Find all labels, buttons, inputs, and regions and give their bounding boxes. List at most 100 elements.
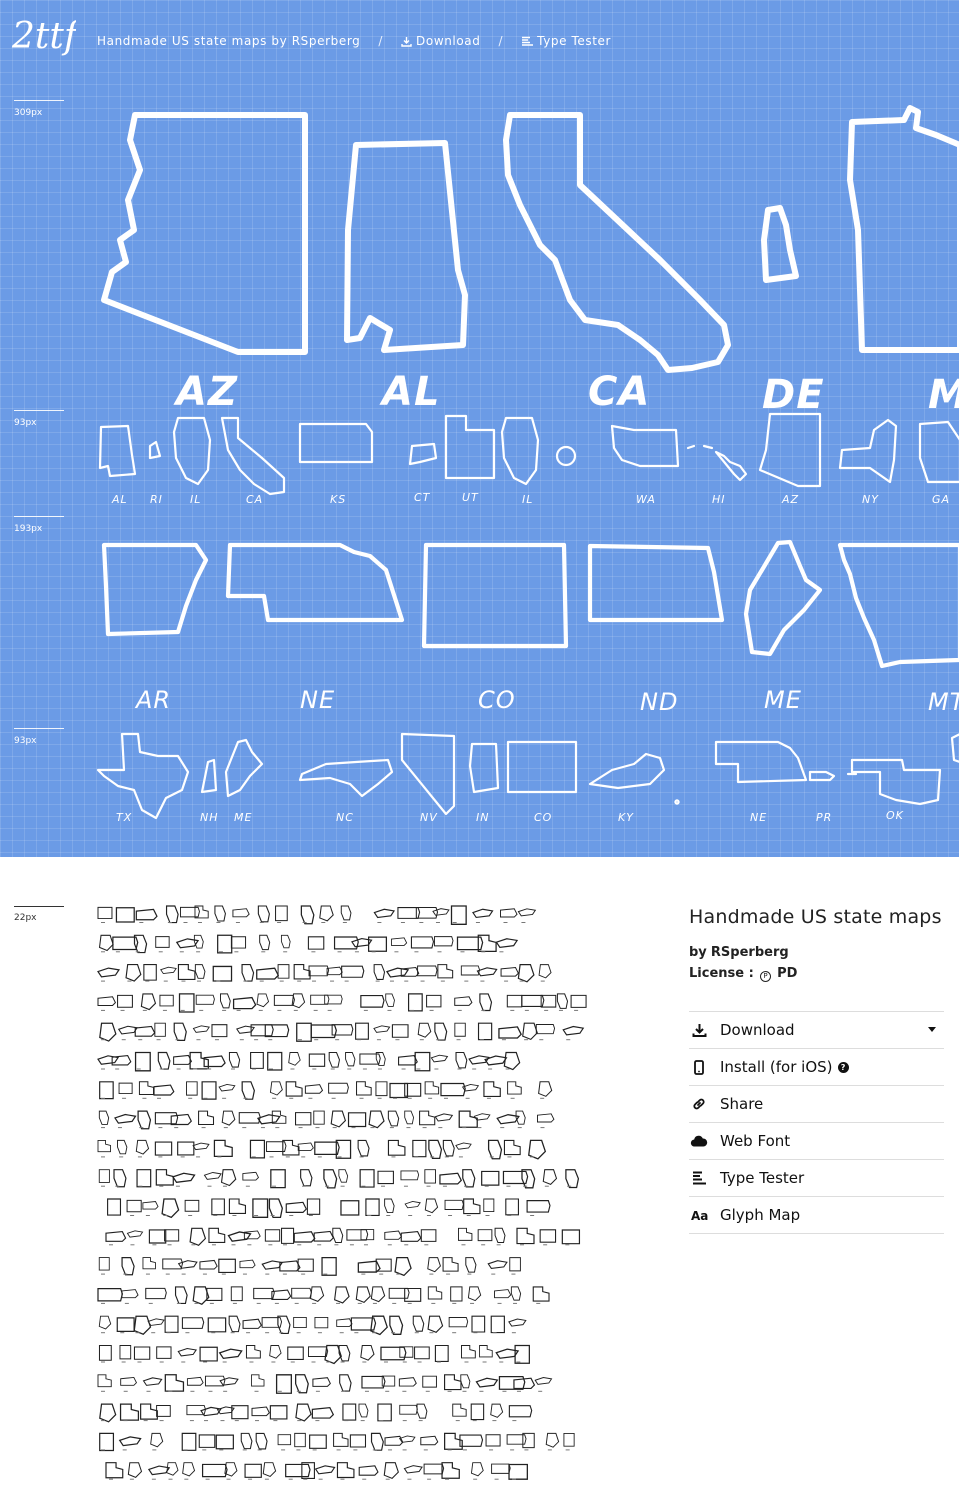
waterfall-glyph-label [101,1390,105,1392]
waterfall-glyph-label [311,951,316,953]
waterfall-glyph [450,1286,463,1302]
waterfall-glyph-label [489,1156,494,1158]
waterfall-glyph-label [362,1361,367,1363]
author-link[interactable]: RSperberg [711,945,789,960]
waterfall-glyph [142,1201,159,1210]
help-icon[interactable]: ? [837,1061,849,1073]
waterfall-glyph [310,1286,325,1302]
waterfall-glyph [177,964,196,980]
web-font-button[interactable]: Web Font [689,1123,944,1160]
waterfall-glyph-label [148,1302,153,1304]
waterfall-glyph [107,1198,122,1216]
waterfall-glyph [184,1199,200,1212]
waterfall-glyph-label [185,1332,190,1334]
nav-download-link[interactable]: Download [401,34,480,48]
waterfall-glyph-label [372,1302,377,1304]
waterfall-glyph [514,1344,530,1364]
font-title-link[interactable]: Handmade US state maps by RSperberg [97,34,360,48]
waterfall-glyph-label [447,1449,452,1451]
install-ios-button[interactable]: Install (for iOS) ? [689,1049,944,1086]
waterfall-glyph-label [544,1185,549,1187]
site-logo[interactable]: 2ttf [10,10,76,66]
waterfall-glyph [99,1432,115,1452]
waterfall-glyph-label [363,1244,368,1246]
glyph-de [761,205,799,283]
waterfall-glyph-label [223,1127,228,1129]
waterfall-glyph-label [392,1302,397,1304]
waterfall-glyph [361,1375,386,1389]
waterfall-glyph [140,993,157,1011]
glyph-partial [950,733,959,763]
waterfall-glyph-label [121,1361,126,1363]
waterfall-glyph-label [473,1332,478,1334]
waterfall-glyph-label [162,1009,167,1011]
license-value[interactable]: PD [777,966,797,981]
waterfall-glyph [470,1462,484,1477]
waterfall-glyph [256,1114,281,1125]
waterfall-glyph [98,934,114,952]
waterfall-glyph-label [337,951,342,953]
waterfall-glyph-label [444,1156,449,1158]
waterfall-glyph-label [482,1361,487,1363]
waterfall-glyph [432,908,450,916]
waterfall-glyph-label [221,1273,226,1275]
waterfall-glyph [171,1172,196,1183]
glyph-me [743,539,823,657]
waterfall-glyph [98,1110,110,1125]
waterfall-glyph-label [361,1273,366,1275]
waterfall-glyph [404,1287,422,1302]
waterfall-glyph [308,1053,326,1067]
waterfall-glyph [156,1346,172,1359]
glyph-map-button[interactable]: Aa Glyph Map [689,1197,944,1234]
waterfall-glyph-label [288,1478,293,1480]
waterfall-glyph-label [143,1420,148,1422]
waterfall-glyph-label [196,1039,201,1041]
waterfall-glyph [384,1435,404,1446]
specimen-label: CO [534,811,552,824]
waterfall-glyph [528,1139,547,1160]
waterfall-glyph [570,994,587,1008]
waterfall-glyph [562,1025,585,1036]
waterfall-glyph [494,1289,512,1299]
waterfall-glyph-label [176,1302,181,1304]
waterfall-glyph [338,1169,349,1183]
waterfall-glyph-label [372,1449,377,1451]
glyph-ri [148,440,162,460]
waterfall-glyph [164,1374,185,1392]
waterfall-glyph [181,1317,205,1329]
waterfall-glyph-label [419,922,424,923]
waterfall-glyph [257,905,270,923]
nav-type-tester-link[interactable]: Type Tester [521,34,611,48]
waterfall-glyph-label [281,1449,286,1451]
waterfall-glyph [332,1227,344,1243]
waterfall-glyph [97,1288,124,1302]
waterfall-glyph [136,1169,152,1188]
waterfall-glyph-label [422,1127,427,1129]
waterfall-glyph-label [123,1420,128,1422]
glyph-ca [503,112,731,373]
waterfall-glyph [424,1081,440,1095]
waterfall-glyph-label [205,1478,210,1480]
download-button[interactable]: Download [689,1012,944,1049]
license-label: License : [689,966,754,981]
waterfall-glyph [476,967,498,977]
waterfall-glyph [454,996,473,1006]
waterfall-glyph [345,1052,356,1067]
chevron-down-icon[interactable] [928,1027,936,1032]
waterfall-glyph [147,1465,171,1476]
share-button[interactable]: Share [689,1086,944,1123]
waterfall-glyph [277,1434,292,1446]
waterfall-glyph-label [235,922,240,923]
waterfall-glyph [119,1345,132,1360]
waterfall-glyph [461,1345,476,1359]
waterfall-glyph [495,938,519,949]
waterfall-glyph [430,1054,449,1063]
waterfall-glyph-label [371,1332,376,1334]
waterfall-glyph [373,1025,391,1033]
waterfall-glyph [182,1462,196,1477]
glyph-pr [808,770,836,782]
type-tester-button[interactable]: Type Tester [689,1160,944,1197]
size-marker: 93px [14,728,64,746]
waterfall-glyph-label [312,980,317,982]
waterfall-glyph [148,1229,167,1244]
